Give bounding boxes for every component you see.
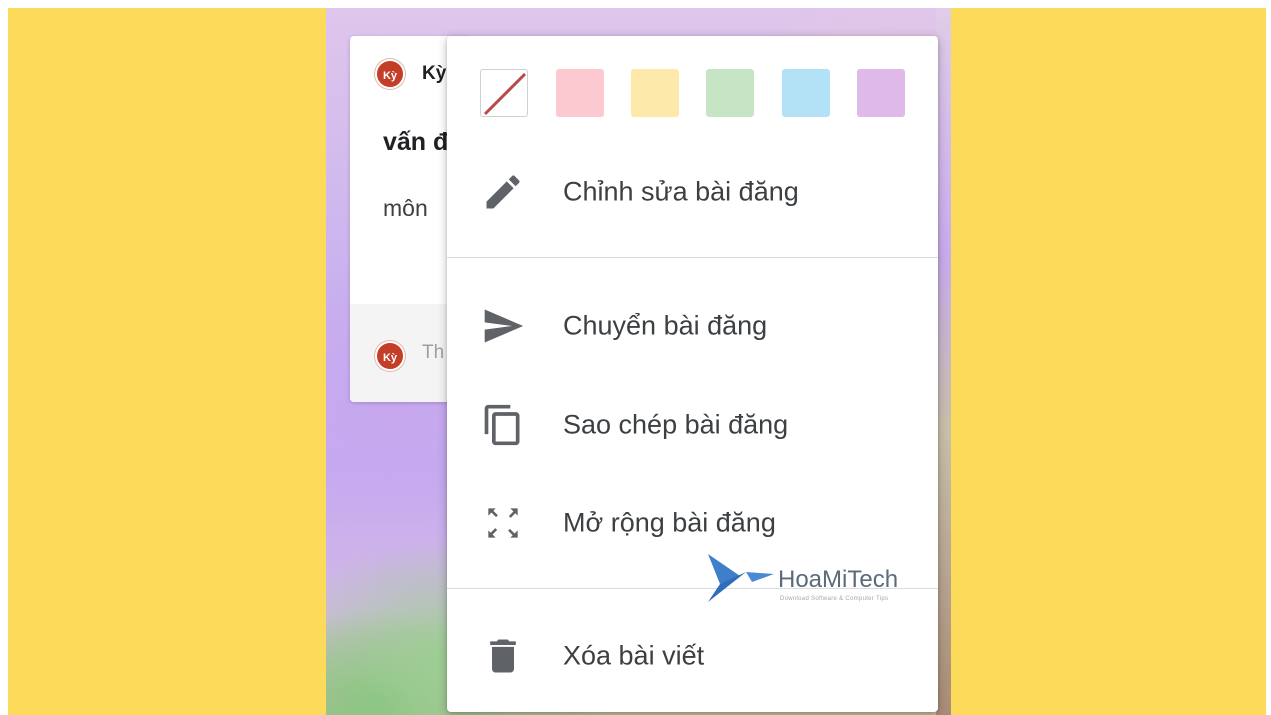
delete-post-item[interactable]: Xóa bài viết <box>447 614 938 698</box>
note-body: môn <box>383 195 428 221</box>
color-swatch-pink[interactable] <box>556 69 604 117</box>
copy-icon <box>481 403 525 447</box>
color-swatch-none[interactable] <box>480 69 528 117</box>
expand-icon <box>481 501 525 545</box>
color-swatch-blue[interactable] <box>782 69 830 117</box>
send-icon <box>481 304 525 348</box>
hoamitech-logo-icon <box>708 554 774 602</box>
color-swatch-green[interactable] <box>706 69 754 117</box>
hoamitech-watermark: HoaMiTech Download Software & Computer T… <box>706 550 952 608</box>
delete-post-label: Xóa bài viết <box>563 640 705 671</box>
edit-post-item[interactable]: Chỉnh sửa bài đăng <box>447 150 938 234</box>
move-post-item[interactable]: Chuyển bài đăng <box>447 284 938 368</box>
trash-icon <box>481 634 525 678</box>
post-options-menu: Chỉnh sửa bài đăng Chuyển bài đăng Sao c… <box>447 36 938 712</box>
no-color-slash-icon <box>483 72 527 116</box>
commenter-avatar: Kỳ <box>375 341 405 371</box>
author-avatar: Kỳ <box>375 59 405 89</box>
color-swatch-yellow[interactable] <box>631 69 679 117</box>
copy-post-item[interactable]: Sao chép bài đăng <box>447 383 938 467</box>
expand-post-label: Mở rộng bài đăng <box>563 507 776 538</box>
copy-post-label: Sao chép bài đăng <box>563 409 789 440</box>
color-swatch-purple[interactable] <box>857 69 905 117</box>
pencil-icon <box>481 170 525 214</box>
comment-input[interactable]: Th <box>422 342 444 364</box>
move-post-label: Chuyển bài đăng <box>563 310 768 341</box>
author-name: Kỳ <box>422 63 447 84</box>
board-wallpaper-edge <box>936 8 951 715</box>
watermark-brand: HoaMiTech <box>778 566 899 593</box>
note-title: vấn đ <box>383 128 449 156</box>
menu-divider <box>447 257 938 258</box>
watermark-tagline: Download Software & Computer Tips <box>780 596 889 602</box>
edit-post-label: Chỉnh sửa bài đăng <box>563 176 799 207</box>
